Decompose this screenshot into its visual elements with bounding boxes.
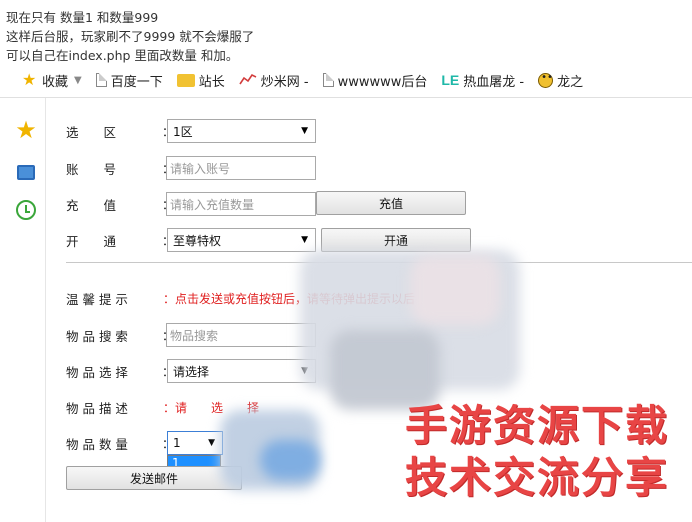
recharge-button[interactable]: 充值 bbox=[316, 191, 466, 215]
item-search-placeholder: 物品搜索 bbox=[170, 328, 219, 343]
bookmark-chaomi[interactable]: 炒米网 - bbox=[239, 71, 309, 90]
intro-line-3: 可以自己在index.php 里面改数量 和加。 bbox=[6, 48, 239, 63]
zone-select[interactable]: 1区 ▼ bbox=[167, 119, 316, 143]
send-mail-button[interactable]: 发送邮件 bbox=[66, 466, 242, 490]
bookmark-baidu[interactable]: 百度一下 bbox=[95, 71, 163, 90]
star-icon[interactable]: ★ bbox=[14, 118, 38, 142]
zone-row: 选 区 ： bbox=[66, 119, 174, 143]
bookmark-label: 百度一下 bbox=[110, 74, 163, 90]
recharge-row: 充 值 ： bbox=[66, 192, 174, 216]
privilege-select[interactable]: 至尊特权 ▼ bbox=[167, 228, 316, 252]
intro-line-1: 现在只有 数量1 和数量999 bbox=[6, 10, 159, 25]
item-search-row: 物 品 搜 索 ： bbox=[66, 323, 174, 347]
tips-row: 温 馨 提 示 bbox=[66, 286, 162, 310]
open-button[interactable]: 开通 bbox=[321, 228, 471, 252]
bookmark-label: 龙之 bbox=[557, 74, 584, 90]
send-mail-label: 发送邮件 bbox=[129, 471, 178, 486]
le-icon: LE bbox=[441, 72, 460, 88]
account-label: 账 号 bbox=[66, 161, 117, 177]
bookmark-longzhi[interactable]: 龙之 bbox=[538, 71, 583, 90]
chevron-down-icon[interactable]: ▼ bbox=[74, 75, 82, 86]
bookmark-favorites[interactable]: ★ 收藏 ▼ bbox=[22, 71, 82, 90]
privilege-select-value: 至尊特权 bbox=[173, 233, 222, 248]
bookmarks-bar: ★ 收藏 ▼ 百度一下 站长 炒米网 - wwwwww后台 LE 热血屠龙 - … bbox=[0, 67, 692, 93]
colon: ： bbox=[163, 292, 176, 306]
item-search-input[interactable]: 物品搜索 bbox=[166, 323, 316, 347]
bookmark-label: wwwwww后台 bbox=[337, 74, 428, 90]
item-desc-row: 物 品 描 述 bbox=[66, 395, 162, 419]
recharge-input[interactable]: 请输入充值数量 bbox=[166, 192, 316, 216]
item-search-label: 物 品 搜 索 bbox=[66, 328, 128, 344]
account-row: 账 号 ： bbox=[66, 156, 174, 180]
watermark-line-1: 手游资源下载 bbox=[404, 401, 669, 450]
zone-select-value: 1区 bbox=[173, 124, 193, 139]
chevron-down-icon: ▼ bbox=[301, 235, 308, 245]
open-label: 开 通 bbox=[66, 233, 117, 249]
chart-icon bbox=[239, 72, 257, 88]
item-qty-row: 物 品 数 量 ： bbox=[66, 431, 174, 455]
watermark-line-2: 技术交流分享 bbox=[404, 453, 669, 502]
mosaic-overlay bbox=[330, 330, 440, 410]
page-icon bbox=[95, 73, 107, 87]
zone-label: 选 区 bbox=[66, 124, 117, 140]
mosaic-overlay bbox=[260, 440, 320, 480]
item-select-row: 物 品 选 择 ： bbox=[66, 359, 174, 383]
mosaic-overlay bbox=[410, 255, 500, 325]
item-desc-label: 物 品 描 述 bbox=[66, 400, 128, 416]
recharge-label: 充 值 bbox=[66, 197, 117, 213]
sidebar: ★ bbox=[0, 98, 46, 522]
bookmark-label: 炒米网 - bbox=[260, 74, 309, 90]
bookmark-label: 收藏 bbox=[42, 74, 69, 90]
recharge-placeholder: 请输入充值数量 bbox=[170, 197, 255, 212]
star-icon: ★ bbox=[22, 70, 37, 89]
tips-label: 温 馨 提 示 bbox=[66, 291, 128, 307]
folder-icon bbox=[176, 73, 195, 87]
item-select-label: 物 品 选 择 bbox=[66, 364, 128, 380]
intro-line-2: 这样后台服，玩家刷不了9999 就不会爆服了 bbox=[6, 29, 255, 44]
face-icon bbox=[538, 72, 554, 88]
bookmark-label: 站长 bbox=[198, 74, 225, 90]
monitor-icon[interactable] bbox=[14, 160, 38, 184]
bookmark-rexue[interactable]: LE 热血屠龙 - bbox=[441, 71, 524, 90]
colon: ： bbox=[163, 401, 176, 415]
account-placeholder: 请输入账号 bbox=[170, 161, 231, 176]
bookmark-zhanzhang[interactable]: 站长 bbox=[176, 71, 225, 90]
toolbar-divider bbox=[0, 97, 692, 98]
item-qty-label: 物 品 数 量 bbox=[66, 436, 128, 452]
bookmark-label: 热血屠龙 - bbox=[463, 74, 525, 90]
bookmark-wwwwww[interactable]: wwwwww后台 bbox=[322, 71, 428, 90]
clock-icon[interactable] bbox=[14, 198, 38, 222]
quantity-select-value: 1 bbox=[173, 436, 181, 450]
item-select-value: 请选择 bbox=[173, 364, 210, 379]
item-select[interactable]: 请选择 ▼ bbox=[167, 359, 316, 383]
chevron-down-icon: ▼ bbox=[208, 438, 215, 448]
open-row: 开 通 ： bbox=[66, 228, 174, 252]
quantity-select[interactable]: 1 ▼ bbox=[167, 431, 223, 455]
account-input[interactable]: 请输入账号 bbox=[166, 156, 316, 180]
watermark: 手游资源下载 技术交流分享 bbox=[392, 400, 682, 504]
chevron-down-icon: ▼ bbox=[301, 126, 308, 136]
page-icon bbox=[322, 73, 334, 87]
intro-text: 现在只有 数量1 和数量999 这样后台服，玩家刷不了9999 就不会爆服了 可… bbox=[6, 8, 686, 65]
